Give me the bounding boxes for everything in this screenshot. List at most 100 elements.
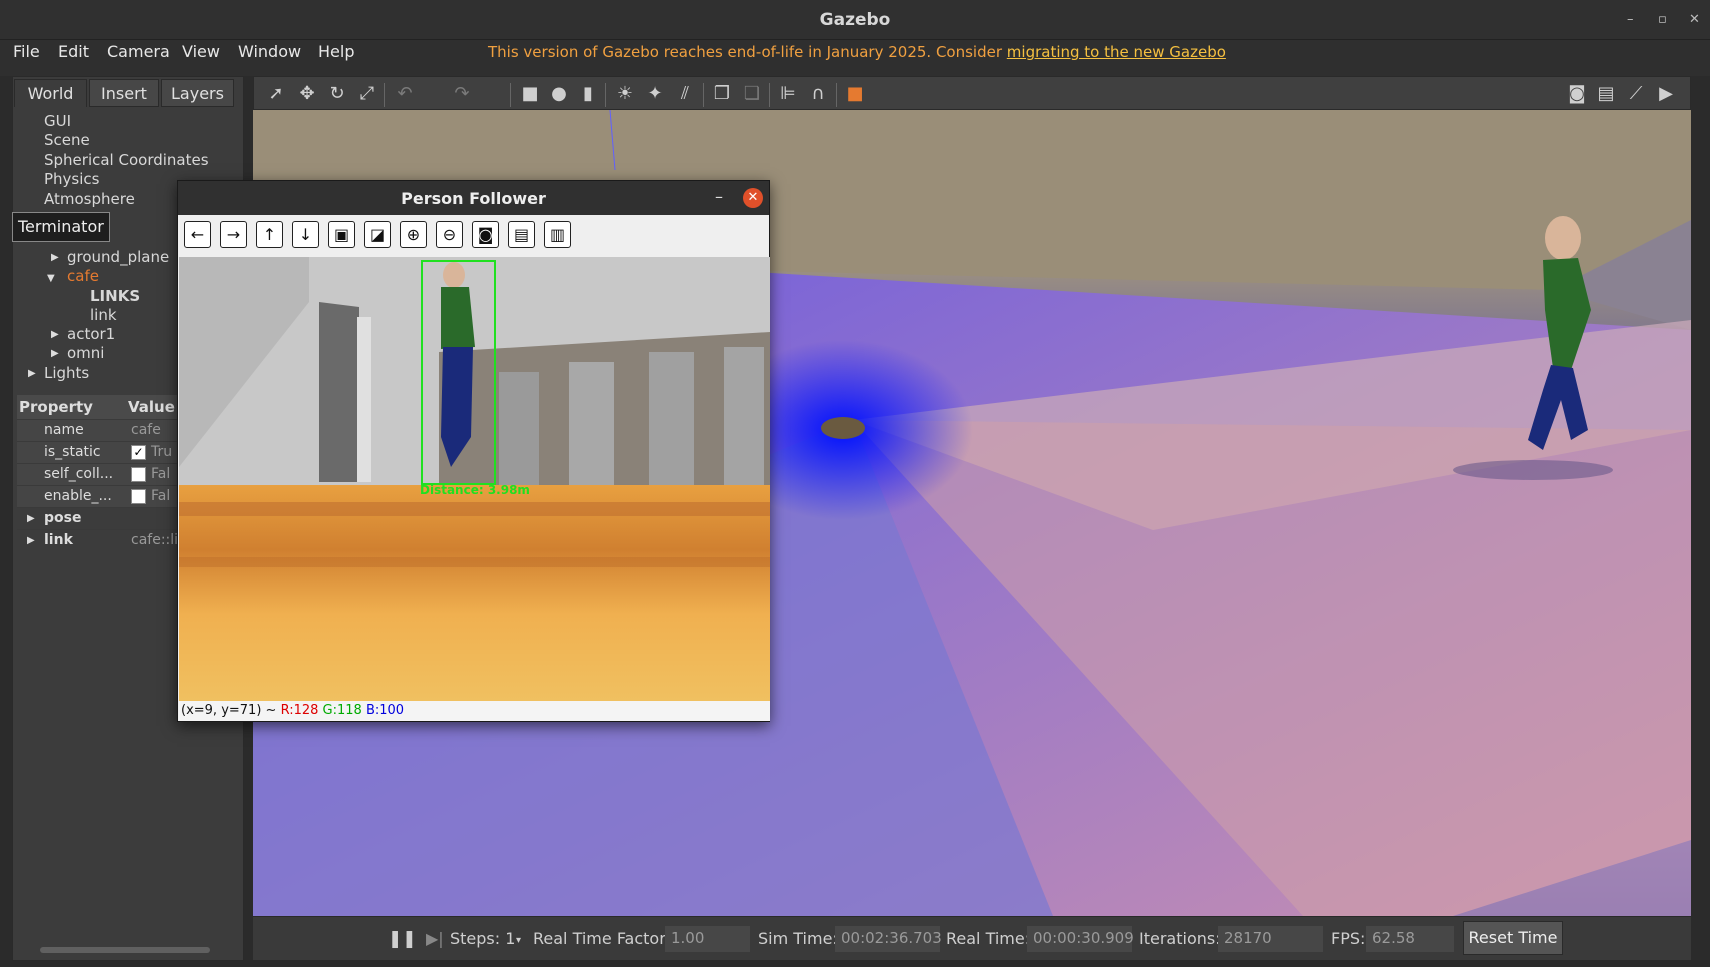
rotate-icon[interactable]: ↻ bbox=[327, 84, 347, 104]
properties-icon[interactable]: ▥ bbox=[544, 221, 571, 248]
is-static-checkbox[interactable]: ✓ bbox=[131, 445, 146, 460]
paste-icon[interactable]: ❏ bbox=[742, 84, 762, 104]
box-icon[interactable]: ■ bbox=[520, 84, 540, 104]
tree-gui[interactable]: GUI bbox=[44, 112, 71, 130]
point-light-icon[interactable]: ☀ bbox=[615, 84, 635, 104]
iterations-label: Iterations: bbox=[1139, 929, 1221, 948]
collapse-arrow-icon[interactable]: ▼ bbox=[47, 273, 55, 284]
tree-links-header: LINKS bbox=[90, 287, 141, 305]
tree-omni[interactable]: omni bbox=[67, 344, 104, 362]
tree-atmosphere[interactable]: Atmosphere bbox=[44, 190, 135, 208]
steps-control[interactable]: Steps: 1 bbox=[450, 929, 515, 948]
property-row[interactable]: is_static ✓ Tru bbox=[17, 441, 177, 463]
toolbar-separator bbox=[510, 83, 511, 107]
sphere-icon[interactable]: ● bbox=[549, 84, 569, 104]
expand-arrow-icon[interactable]: ▶ bbox=[27, 513, 35, 524]
zoom-original-icon[interactable]: ◪ bbox=[364, 221, 391, 248]
video-icon[interactable]: ▶ bbox=[1656, 84, 1676, 104]
property-table-header: Property Value bbox=[17, 395, 177, 419]
tree-actor1[interactable]: actor1 bbox=[67, 325, 115, 343]
person-follower-window[interactable]: Person Follower – ✕ ← → ↑ ↓ ▣ ◪ ⊕ ⊖ ◙ ▤ … bbox=[177, 180, 770, 722]
redo-icon[interactable]: ↷ bbox=[452, 84, 472, 104]
self-collide-checkbox[interactable] bbox=[131, 467, 146, 482]
pixel-green: G:118 bbox=[322, 703, 362, 718]
spot-light-icon[interactable]: ✦ bbox=[645, 84, 665, 104]
rtf-value: 1.00 bbox=[665, 926, 750, 952]
steps-dropdown-icon[interactable]: ▾ bbox=[516, 935, 521, 946]
tree-cafe[interactable]: cafe bbox=[67, 267, 99, 285]
tab-layers[interactable]: Layers bbox=[161, 79, 234, 107]
close-button[interactable]: ✕ bbox=[1689, 12, 1700, 27]
sim-time-label: Sim Time: bbox=[758, 929, 838, 948]
snap-icon[interactable]: ∩ bbox=[808, 84, 828, 104]
enable-wind-checkbox[interactable] bbox=[131, 489, 146, 504]
tab-insert[interactable]: Insert bbox=[89, 79, 159, 107]
pan-down-icon[interactable]: ↓ bbox=[292, 221, 319, 248]
tree-scene[interactable]: Scene bbox=[44, 131, 90, 149]
select-icon[interactable]: ➚ bbox=[266, 84, 286, 104]
minimize-icon[interactable]: – bbox=[715, 187, 723, 206]
tree-lights[interactable]: Lights bbox=[44, 364, 89, 382]
log-icon[interactable]: ▤ bbox=[1596, 84, 1616, 104]
copy-icon[interactable]: ❐ bbox=[712, 84, 732, 104]
property-key: self_coll... bbox=[44, 466, 114, 482]
eol-notice: This version of Gazebo reaches end-of-li… bbox=[488, 43, 1226, 61]
step-icon[interactable]: ▶| bbox=[426, 929, 444, 948]
zoom-fit-icon[interactable]: ▣ bbox=[328, 221, 355, 248]
pan-up-icon[interactable]: ↑ bbox=[256, 221, 283, 248]
scale-icon[interactable]: ⤢ bbox=[357, 84, 377, 104]
value-column-header: Value bbox=[128, 398, 175, 416]
expand-arrow-icon[interactable]: ▶ bbox=[51, 329, 59, 340]
expand-arrow-icon[interactable]: ▶ bbox=[28, 368, 36, 379]
title-bar: Gazebo – ▫ ✕ bbox=[0, 0, 1710, 40]
zoom-in-icon[interactable]: ⊕ bbox=[400, 221, 427, 248]
property-key: is_static bbox=[44, 444, 101, 460]
copy-clipboard-icon[interactable]: ▤ bbox=[508, 221, 535, 248]
pixel-red: R:128 bbox=[280, 703, 319, 718]
property-key: enable_... bbox=[44, 488, 112, 504]
menu-file[interactable]: File bbox=[13, 42, 40, 61]
property-row[interactable]: ▶ link cafe::li bbox=[17, 529, 178, 551]
close-icon[interactable]: ✕ bbox=[743, 188, 763, 208]
tab-world[interactable]: World bbox=[14, 79, 87, 107]
property-row[interactable]: name cafe bbox=[17, 419, 177, 441]
reset-time-button[interactable]: Reset Time bbox=[1463, 921, 1563, 955]
plot-icon[interactable]: ⟋ bbox=[1626, 84, 1646, 104]
pan-right-icon[interactable]: → bbox=[220, 221, 247, 248]
undo-icon[interactable]: ↶ bbox=[395, 84, 415, 104]
expand-arrow-icon[interactable]: ▶ bbox=[51, 252, 59, 263]
property-row[interactable]: self_coll... Fal bbox=[17, 463, 177, 485]
pan-left-icon[interactable]: ← bbox=[184, 221, 211, 248]
property-row[interactable]: enable_... Fal bbox=[17, 485, 177, 507]
horizontal-scrollbar[interactable] bbox=[40, 947, 210, 953]
tree-ground-plane[interactable]: ground_plane bbox=[67, 248, 169, 266]
property-value: Fal bbox=[151, 488, 171, 504]
fps-value: 62.58 bbox=[1366, 926, 1454, 952]
tree-link[interactable]: link bbox=[90, 306, 117, 324]
migrate-link[interactable]: migrating to the new Gazebo bbox=[1007, 43, 1226, 61]
translate-icon[interactable]: ✥ bbox=[297, 84, 317, 104]
screenshot-icon[interactable]: ◙ bbox=[1567, 84, 1587, 104]
menu-view[interactable]: View bbox=[182, 42, 220, 61]
expand-arrow-icon[interactable]: ▶ bbox=[51, 348, 59, 359]
minimize-button[interactable]: – bbox=[1627, 12, 1634, 27]
menu-camera[interactable]: Camera bbox=[107, 42, 170, 61]
property-row[interactable]: ▶ pose bbox=[17, 507, 177, 529]
tree-physics[interactable]: Physics bbox=[44, 170, 99, 188]
save-image-icon[interactable]: ◙ bbox=[472, 221, 499, 248]
align-icon[interactable]: ⊫ bbox=[778, 84, 798, 104]
toolbar-separator bbox=[605, 83, 606, 107]
tree-spherical-coordinates[interactable]: Spherical Coordinates bbox=[44, 151, 209, 169]
expand-arrow-icon[interactable]: ▶ bbox=[27, 535, 35, 546]
pixel-blue: B:100 bbox=[365, 703, 405, 718]
directional-light-icon[interactable]: ⫽ bbox=[675, 84, 695, 104]
zoom-out-icon[interactable]: ⊖ bbox=[436, 221, 463, 248]
menu-window[interactable]: Window bbox=[238, 42, 301, 61]
cylinder-icon[interactable]: ▮ bbox=[578, 84, 598, 104]
color-icon[interactable]: ■ bbox=[845, 84, 865, 104]
menu-help[interactable]: Help bbox=[318, 42, 354, 61]
menu-edit[interactable]: Edit bbox=[58, 42, 89, 61]
maximize-button[interactable]: ▫ bbox=[1658, 12, 1667, 27]
toolbar-separator bbox=[384, 83, 385, 107]
pause-icon[interactable]: ❚❚ bbox=[388, 929, 417, 949]
